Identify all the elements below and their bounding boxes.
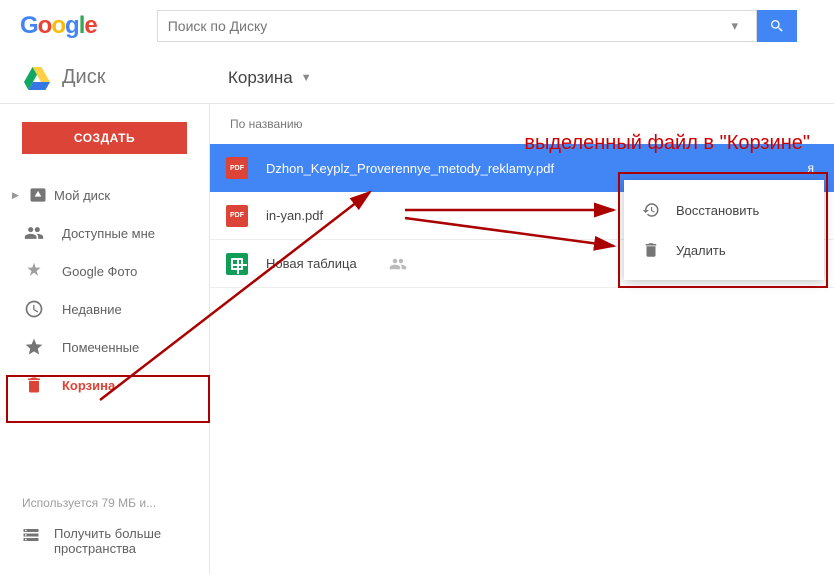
context-restore-label: Восстановить [676,203,759,218]
file-owner: я [808,161,815,175]
storage-icon [22,526,40,544]
sheets-icon [226,253,248,275]
sidebar-item-label: Помеченные [62,340,139,355]
search-button[interactable] [757,10,797,42]
annotation-text: выделенный файл в "Корзине" [524,132,810,155]
search-icon [769,18,785,34]
delete-icon [642,241,660,259]
breadcrumb[interactable]: Корзина ▼ [210,68,312,88]
list-header-label: По названию [230,117,303,131]
storage-usage-text: Используется 79 МБ и... [22,496,187,510]
sidebar-nav: ▶ Мой диск Доступные мне Google Фото Нед… [0,176,209,404]
context-delete[interactable]: Удалить [624,230,824,270]
pdf-icon: PDF [226,205,248,227]
product-row: Диск Корзина ▼ [0,52,834,104]
pdf-icon: PDF [226,157,248,179]
drive-folder-icon [28,185,48,205]
sidebar-item-recent[interactable]: Недавние [0,290,209,328]
sidebar-item-my-drive[interactable]: ▶ Мой диск [0,176,209,214]
clock-icon [24,299,44,319]
chevron-down-icon: ▼ [301,72,312,84]
sidebar-item-trash[interactable]: Корзина [0,366,209,404]
context-delete-label: Удалить [676,243,726,258]
restore-icon [642,201,660,219]
search-box[interactable]: ▾ [157,10,757,42]
sidebar-item-label: Google Фото [62,264,137,279]
shared-icon [389,255,407,273]
file-name: Dzhon_Keyplz_Proverennye_metody_reklamy.… [266,161,554,176]
sidebar-item-label: Корзина [62,378,115,393]
main-area: СОЗДАТЬ ▶ Мой диск Доступные мне Google … [0,104,834,574]
product-title: Диск [62,66,105,89]
trash-icon [24,375,44,395]
storage-section: Используется 79 МБ и... Получить больше … [0,478,209,574]
sidebar-item-shared[interactable]: Доступные мне [0,214,209,252]
drive-icon [24,66,50,90]
sidebar-item-starred[interactable]: Помеченные [0,328,209,366]
content-area: По названию PDF Dzhon_Keyplz_Proverennye… [210,104,834,574]
search-input[interactable] [168,18,724,34]
product-brand[interactable]: Диск [0,66,210,90]
expand-icon[interactable]: ▶ [12,190,22,201]
breadcrumb-label: Корзина [228,68,293,88]
people-icon [24,223,44,243]
app-header: Google ▾ [0,0,834,52]
search-container: ▾ [157,10,797,42]
sidebar: СОЗДАТЬ ▶ Мой диск Доступные мне Google … [0,104,210,574]
context-menu: Восстановить Удалить [624,180,824,280]
google-logo[interactable]: Google [20,12,97,40]
file-name: Новая таблица [266,256,357,271]
photos-icon [24,261,44,281]
create-button[interactable]: СОЗДАТЬ [22,122,187,154]
sidebar-item-label: Доступные мне [62,226,155,241]
storage-more-label: Получить больше пространства [54,526,187,556]
search-dropdown-icon[interactable]: ▾ [724,18,746,34]
sidebar-item-label: Мой диск [54,188,110,203]
sidebar-item-label: Недавние [62,302,122,317]
file-name: in-yan.pdf [266,208,323,223]
context-restore[interactable]: Восстановить [624,190,824,230]
get-more-storage[interactable]: Получить больше пространства [22,526,187,556]
sidebar-item-photos[interactable]: Google Фото [0,252,209,290]
star-icon [24,337,44,357]
